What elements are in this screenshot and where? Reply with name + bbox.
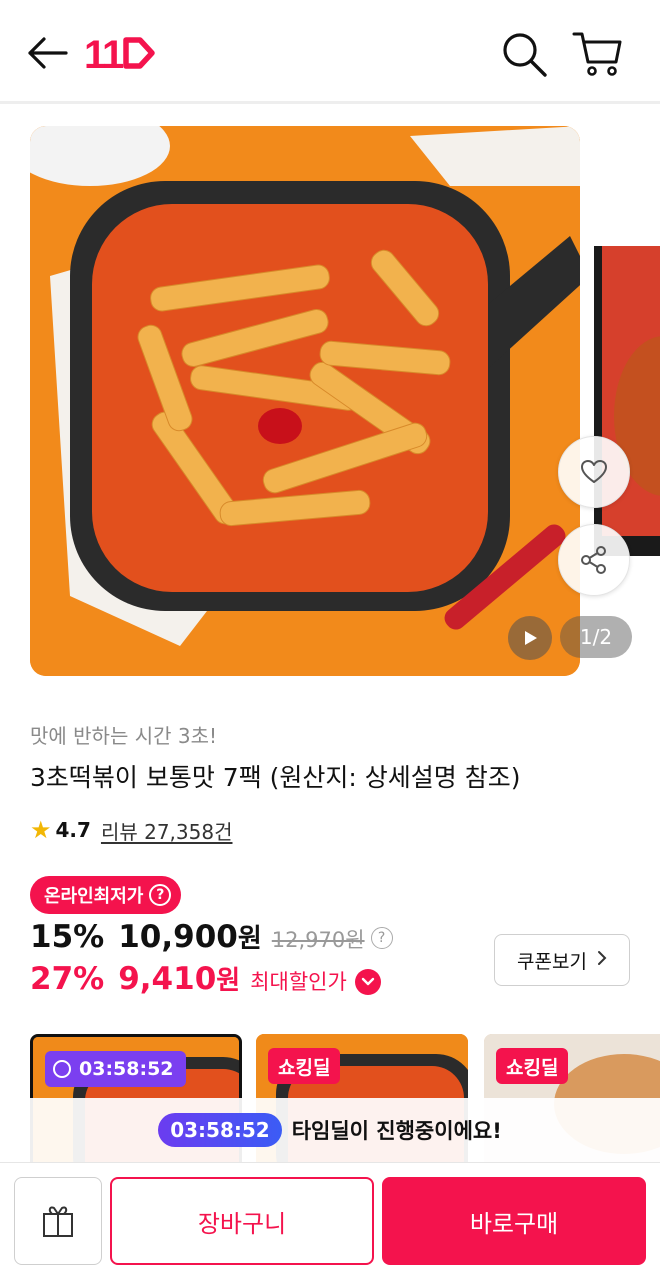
product-subtitle: 맛에 반하는 시간 3초! [30,724,218,748]
sale-price: 10,900 [118,919,238,955]
logo-text: 11 [84,33,124,77]
rating-score: 4.7 [55,818,91,842]
original-price: 12,970원 [271,928,365,952]
coupon-button-label: 쿠폰보기 [517,950,587,973]
share-icon [581,546,606,574]
review-count-link[interactable]: 리뷰 27,358건 [101,816,233,845]
timedeal-message: 타임딜이 진행중이에요! [291,1119,502,1143]
clock-icon [53,1060,71,1078]
search-button[interactable] [498,28,550,80]
lowest-price-label: 온라인최저가 [44,886,144,907]
cart-button[interactable] [570,26,626,82]
shocking-deal-badge: 쇼킹딜 [268,1048,341,1084]
currency-unit: 원 [237,924,262,954]
product-title: 3초떡볶이 보통맛 7팩 (원산지: 상세설명 참조) [30,763,521,792]
arrow-left-icon [28,37,68,69]
timedeal-banner[interactable]: 03:58:52 타임딜이 진행중이에요! [0,1098,660,1162]
play-video-button[interactable] [508,616,552,660]
bottom-action-bar: 장바구니 바로구매 [0,1162,660,1280]
discount-rate: 15% [30,919,105,955]
star-icon: ★ [30,816,52,844]
search-icon [503,33,547,77]
buy-now-button[interactable]: 바로구매 [382,1177,646,1265]
max-currency-unit: 원 [216,966,241,996]
gift-button[interactable] [14,1177,102,1265]
chevron-right-icon [597,950,607,971]
product-image[interactable] [30,126,580,676]
timedeal-timer: 03:58:52 [158,1113,282,1147]
gift-icon [43,1206,73,1237]
add-to-cart-button[interactable]: 장바구니 [110,1177,374,1265]
view-coupon-button[interactable]: 쿠폰보기 [494,934,630,986]
image-page-indicator: 1/2 [560,616,632,658]
rating-row: ★ 4.7 리뷰 27,358건 [30,816,233,844]
top-navigation-bar: 11 [0,0,660,104]
deal-timer-text: 03:58:52 [79,1058,174,1080]
deal-timer-badge: 03:58:52 [45,1051,186,1087]
lowest-price-badge[interactable]: 온라인최저가 ? [30,876,182,914]
share-button[interactable] [558,524,630,596]
heart-icon [581,460,607,483]
help-icon: ? [149,884,172,906]
max-discount-price: 9,410 [118,961,217,997]
play-icon [525,631,537,645]
brand-logo[interactable]: 11 [82,26,158,80]
max-discount-row[interactable]: 27% 9,410 원 최대할인가 [30,960,381,1004]
cart-icon [572,32,622,76]
price-help-icon[interactable]: ? [370,927,393,949]
shocking-deal-badge: 쇼킹딜 [496,1048,569,1084]
like-button[interactable] [558,436,630,508]
next-product-image[interactable] [594,246,660,556]
chevron-down-icon[interactable] [354,969,381,995]
sale-price-row: 15% 10,900 원 12,970원 ? [30,918,393,958]
back-button[interactable] [22,28,72,78]
max-discount-rate: 27% [30,961,105,997]
max-discount-label: 최대할인가 [250,970,347,994]
